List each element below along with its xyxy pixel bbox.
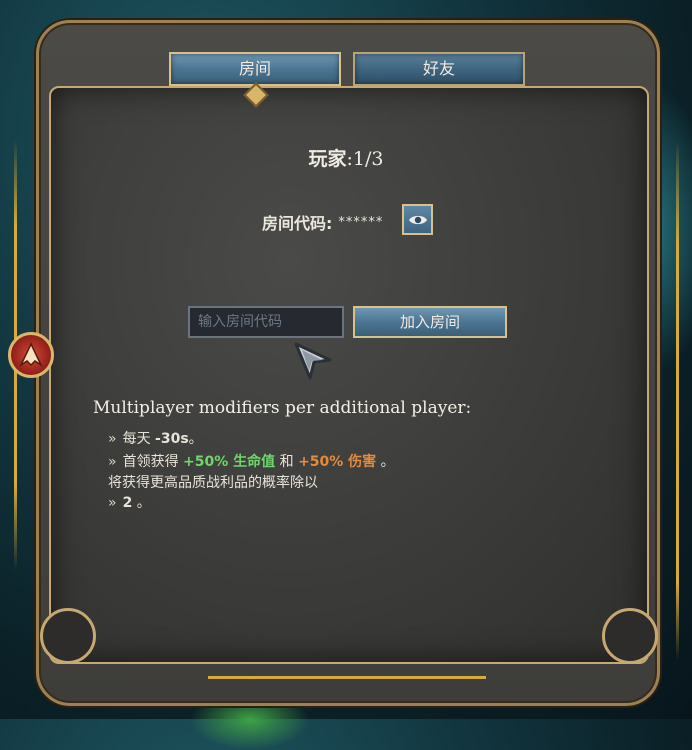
modifier-item: » 首领获得 +50% 生命值 和 +50% 伤害 。: [108, 451, 395, 471]
tab-room[interactable]: 房间: [169, 52, 341, 86]
modifier-suffix: 。: [376, 454, 395, 470]
modifier-text: 每天: [122, 431, 156, 447]
players-count-value: 1/3: [352, 148, 384, 170]
frame-corner-bottom-left: [40, 608, 96, 664]
frame-gold-trim-bottom: [208, 676, 486, 679]
bullet-icon: »: [108, 454, 117, 470]
bullet-icon: »: [108, 431, 117, 447]
modifier-damage-bonus: +50% 伤害: [298, 454, 377, 470]
modifiers-title: Multiplayer modifiers per additional pla…: [93, 398, 472, 418]
tab-friends[interactable]: 好友: [353, 52, 525, 86]
bullet-icon: »: [108, 495, 117, 511]
modifier-suffix: 。: [132, 495, 151, 511]
room-code-input[interactable]: [188, 306, 344, 338]
reveal-code-button[interactable]: [402, 204, 433, 235]
faction-badge-icon[interactable]: [8, 332, 54, 378]
modifier-text: 将获得更高品质战利品的概率除以: [108, 475, 318, 491]
players-label: 玩家: [308, 148, 347, 170]
modifier-health-bonus: +50% 生命值: [183, 454, 276, 470]
modifier-suffix: 。: [188, 431, 203, 447]
eye-icon: [408, 215, 427, 224]
room-code-label: 房间代码:: [262, 214, 333, 233]
frame-gold-trim-right: [676, 140, 679, 660]
join-room-button[interactable]: 加入房间: [353, 306, 507, 338]
frame-corner-bottom-right: [602, 608, 658, 664]
cursor-arrow-icon: [294, 342, 332, 380]
modifier-item: » 每天 -30s。: [108, 428, 203, 448]
modifier-line: » 2 。: [108, 493, 318, 513]
room-code-row: 房间代码: ******: [262, 210, 383, 234]
modifier-text: 首领获得: [122, 454, 184, 470]
panel-body: [49, 86, 649, 664]
faction-badge-glyph-icon: [19, 342, 43, 368]
room-code-value: ******: [338, 215, 384, 230]
modifier-value: 2: [122, 495, 133, 511]
modifier-value: -30s: [155, 431, 189, 447]
modifier-text-mid: 和: [275, 454, 299, 470]
modifier-line: 将获得更高品质战利品的概率除以: [108, 473, 318, 493]
modifier-item: 将获得更高品质战利品的概率除以 » 2 。: [108, 473, 318, 513]
player-count: 玩家:1/3: [0, 144, 692, 171]
